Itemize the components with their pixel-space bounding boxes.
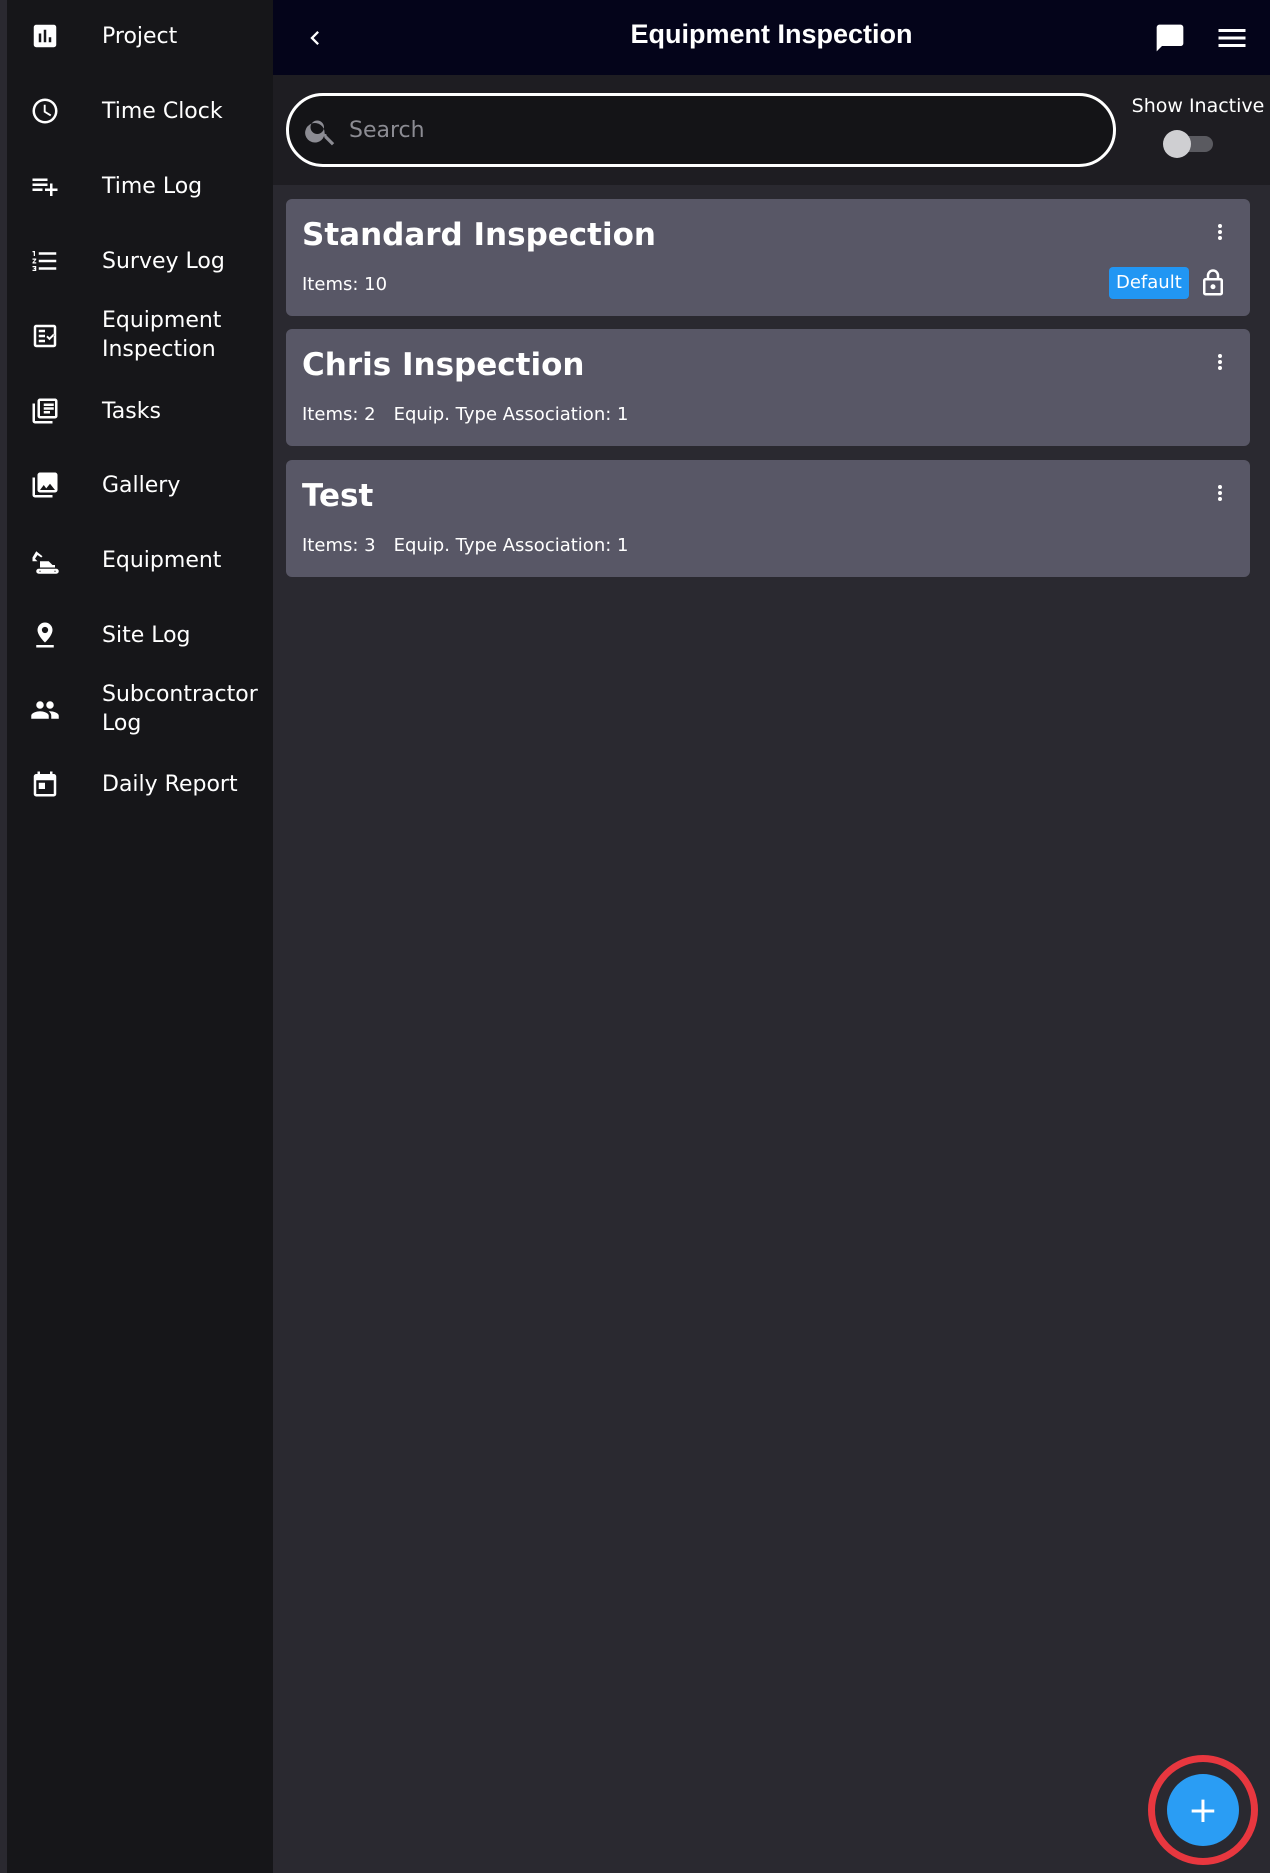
inspection-card-chris[interactable]: Chris Inspection Items: 2 Equip. Type Ass… xyxy=(286,329,1250,446)
card-type-association: Equip. Type Association: 1 xyxy=(393,535,629,556)
search-bar-row: Show Inactive xyxy=(273,75,1270,185)
card-items-count: Items: 2 xyxy=(302,404,376,425)
toggle-knob xyxy=(1163,130,1191,158)
card-type-association: Equip. Type Association: 1 xyxy=(393,404,629,425)
card-title: Test xyxy=(302,478,374,514)
sidebar-item-subcontractor-log[interactable]: Subcontractor Log xyxy=(7,680,273,740)
sidebar-item-label: Time Log xyxy=(102,174,203,199)
sidebar-item-label: Site Log xyxy=(102,623,191,648)
page-title: Equipment Inspection xyxy=(630,19,913,49)
chat-button[interactable] xyxy=(1150,18,1190,58)
lock-icon xyxy=(1203,269,1223,296)
people-icon xyxy=(29,694,61,726)
default-badge: Default xyxy=(1109,267,1189,299)
sidebar-item-project[interactable]: Project xyxy=(7,18,273,54)
app-header: Equipment Inspection xyxy=(273,0,1270,75)
more-vert-icon xyxy=(1218,224,1222,240)
sidebar-item-equipment-inspection[interactable]: Equipment Inspection xyxy=(7,306,273,366)
search-input[interactable] xyxy=(349,110,1089,150)
image-icon xyxy=(29,469,61,501)
more-vert-icon xyxy=(1218,485,1222,501)
sidebar-item-label: Equipment Inspection xyxy=(102,308,222,362)
card-items-count: Items: 3 xyxy=(302,535,376,556)
card-more-button[interactable] xyxy=(1208,215,1232,249)
inspection-card-test[interactable]: Test Items: 3 Equip. Type Association: 1 xyxy=(286,460,1250,577)
sidebar-item-label: Equipment xyxy=(102,548,222,573)
sidebar-item-label: Tasks xyxy=(102,399,161,424)
library-icon xyxy=(29,395,61,427)
sidebar-item-label: Daily Report xyxy=(102,772,238,797)
sidebar-item-label: Time Clock xyxy=(102,99,223,124)
sidebar-item-label: Gallery xyxy=(102,473,181,498)
menu-button[interactable] xyxy=(1210,18,1254,58)
sidebar-item-daily-report[interactable]: Daily Report xyxy=(7,766,273,802)
sidebar-item-gallery[interactable]: Gallery xyxy=(7,467,273,503)
sidebar-item-equipment[interactable]: Equipment xyxy=(7,542,273,578)
sidebar-item-label: Project xyxy=(102,24,178,49)
more-vert-icon xyxy=(1218,354,1222,370)
show-inactive-label: Show Inactive xyxy=(1131,95,1265,117)
clock-icon xyxy=(29,95,61,127)
list-icon xyxy=(29,245,61,277)
search-box xyxy=(286,93,1116,167)
card-title: Standard Inspection xyxy=(302,217,656,253)
sidebar-item-site-log[interactable]: Site Log xyxy=(7,617,273,653)
excavator-icon xyxy=(29,544,61,576)
checklist-icon xyxy=(29,320,61,352)
card-more-button[interactable] xyxy=(1208,345,1232,379)
sidebar-item-label: Subcontractor Log xyxy=(102,682,258,736)
sidebar-item-tasks[interactable]: Tasks xyxy=(7,393,273,429)
calendar-icon xyxy=(29,768,61,800)
add-inspection-button[interactable]: + xyxy=(1167,1774,1239,1846)
chat-icon xyxy=(1156,24,1184,52)
sidebar: Project Time Clock Time Log Survey Log E… xyxy=(0,0,273,1873)
card-meta: Items: 10 xyxy=(302,274,405,295)
sidebar-item-label: Survey Log xyxy=(102,249,225,274)
card-title: Chris Inspection xyxy=(302,347,585,383)
playlist-add-icon xyxy=(29,170,61,202)
bar-chart-icon xyxy=(29,20,61,52)
sidebar-item-time-clock[interactable]: Time Clock xyxy=(7,93,273,129)
hamburger-menu-icon xyxy=(1218,29,1246,47)
card-meta: Items: 2 Equip. Type Association: 1 xyxy=(302,404,646,425)
card-meta: Items: 3 Equip. Type Association: 1 xyxy=(302,535,646,556)
sidebar-item-survey-log[interactable]: Survey Log xyxy=(7,243,273,279)
location-pin-icon xyxy=(29,619,61,651)
sidebar-item-time-log[interactable]: Time Log xyxy=(7,168,273,204)
show-inactive-toggle[interactable] xyxy=(1163,130,1213,158)
card-more-button[interactable] xyxy=(1208,476,1232,510)
search-icon xyxy=(305,120,335,146)
card-items-count: Items: 10 xyxy=(302,274,388,295)
inspection-card-standard[interactable]: Standard Inspection Items: 10 Default xyxy=(286,199,1250,316)
